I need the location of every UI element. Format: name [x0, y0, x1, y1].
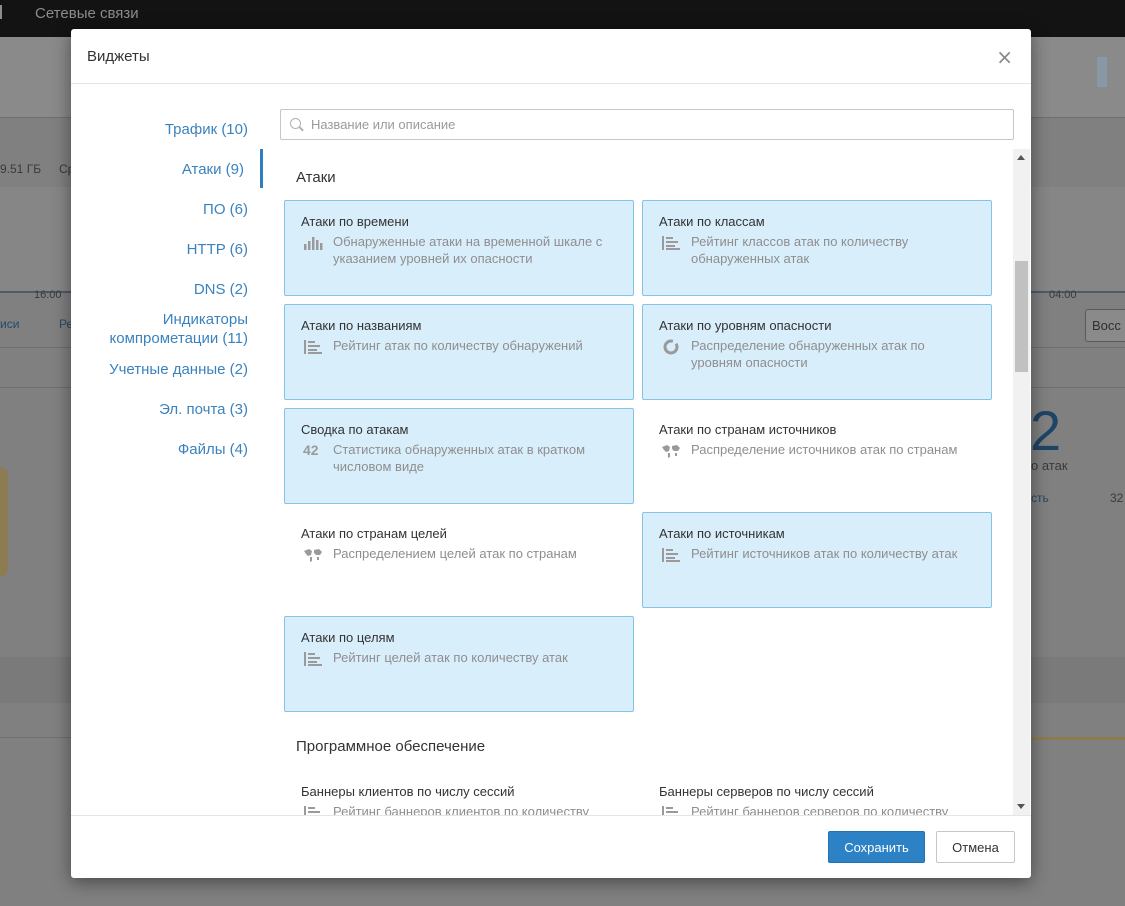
widget-title: Атаки по странам источников [659, 422, 837, 437]
widget-title: Атаки по целям [301, 630, 395, 645]
rating-list-icon [304, 652, 322, 666]
widget-list: Атаки Атаки по времени Обнаруженные атак… [280, 149, 1013, 815]
nav-active-indicator [260, 149, 263, 188]
bg-progress-line [1031, 737, 1125, 740]
bar-chart-icon [304, 237, 323, 250]
widget-description: Рейтинг классов атак по количеству обнар… [691, 234, 909, 266]
widget-description: Рейтинг источников атак по количеству ат… [691, 546, 958, 561]
bg-chart-spike [1097, 57, 1107, 87]
widget-card[interactable]: Атаки по времени Обнаруженные атаки на в… [284, 200, 634, 296]
widget-card[interactable]: Атаки по классам Рейтинг классов атак по… [642, 200, 992, 296]
world-map-icon [662, 445, 680, 458]
nav-item-http[interactable]: HTTP (6) [71, 240, 266, 259]
widget-description: Рейтинг баннеров серверов по количеству [691, 804, 949, 815]
section-title-software: Программное обеспечение [296, 738, 486, 755]
widget-list-scrollbar[interactable] [1013, 149, 1030, 815]
modal-footer: Сохранить Отмена [71, 815, 1031, 878]
widget-description: Рейтинг атак по количеству обнаружений [333, 338, 583, 353]
widget-card[interactable]: Атаки по странам целей Распределением це… [284, 512, 634, 608]
nav-item-dns[interactable]: DNS (2) [71, 280, 266, 299]
nav-item-credentials[interactable]: Учетные данные (2) [71, 360, 266, 379]
nav-item-ioc[interactable]: Индикаторы компрометации (11) [71, 310, 266, 348]
bg-big-number: 2 [1030, 399, 1062, 462]
nav-item-email[interactable]: Эл. почта (3) [71, 400, 266, 419]
widgets-modal: Виджеты × Трафик (10) Атаки (9) ПО (6) H… [71, 29, 1031, 878]
rating-list-icon [304, 806, 320, 815]
topbar-tab-network-links[interactable]: Сетевые связи [35, 5, 139, 22]
widget-description: Статистика обнаруженных атак в кратком ч… [333, 442, 586, 474]
widget-title: Атаки по уровням опасности [659, 318, 832, 333]
bg-donut-chart [0, 467, 8, 577]
cancel-button[interactable]: Отмена [936, 831, 1015, 863]
widget-title: Атаки по названиям [301, 318, 422, 333]
widget-description: Рейтинг баннеров клиентов по количеству [333, 804, 590, 815]
widget-title: Атаки по странам целей [301, 526, 447, 541]
search-box [280, 109, 1014, 140]
scroll-down-icon[interactable] [1017, 804, 1025, 809]
bg-link[interactable]: сть [1031, 491, 1049, 505]
widget-description: Распределение источников атак по странам [691, 442, 958, 457]
bg-size-text: 9.51 ГБ [0, 162, 42, 176]
widget-title: Атаки по времени [301, 214, 409, 229]
widget-card[interactable]: Атаки по целям Рейтинг целей атак по кол… [284, 616, 634, 712]
close-icon[interactable]: × [996, 47, 1013, 67]
world-map-icon [304, 549, 322, 562]
save-button[interactable]: Сохранить [828, 831, 925, 863]
widget-description: Обнаруженные атаки на временной шкале с … [333, 234, 603, 266]
scroll-thumb[interactable] [1015, 261, 1028, 372]
nav-item-software[interactable]: ПО (6) [71, 200, 266, 219]
rating-list-icon [662, 548, 680, 562]
widget-title: Баннеры клиентов по числу сессий [301, 784, 515, 799]
widget-card[interactable]: Атаки по уровням опасности Распределение… [642, 304, 992, 400]
widget-card[interactable]: Баннеры серверов по числу сессий Рейтинг… [642, 770, 992, 815]
bg-button[interactable]: Восс [1085, 309, 1125, 342]
widget-title: Атаки по источникам [659, 526, 785, 541]
scroll-up-icon[interactable] [1017, 155, 1025, 160]
widget-description: Распределением целей атак по странам [333, 546, 577, 561]
modal-title: Виджеты [87, 48, 150, 65]
widget-description: Распределение обнаруженных атак по уровн… [691, 338, 925, 370]
bg-attacks-label: о атак [1031, 458, 1068, 473]
nav-item-traffic[interactable]: Трафик (10) [71, 120, 266, 139]
rating-list-icon [304, 340, 322, 354]
search-icon [290, 118, 301, 129]
rating-list-icon [662, 806, 678, 815]
bg-value: 32 [1110, 491, 1124, 505]
search-input[interactable] [311, 110, 1001, 139]
topbar-tab-partial [0, 5, 2, 19]
rating-list-icon [662, 236, 680, 250]
widget-card[interactable]: Атаки по источникам Рейтинг источников а… [642, 512, 992, 608]
nav-item-files[interactable]: Файлы (4) [71, 440, 266, 459]
widget-card[interactable]: Баннеры клиентов по числу сессий Рейтинг… [284, 770, 634, 815]
widget-title: Сводка по атакам [301, 422, 409, 437]
bg-time-left: 16:00 [34, 289, 62, 301]
widget-title: Баннеры серверов по числу сессий [659, 784, 874, 799]
widget-title: Атаки по классам [659, 214, 765, 229]
bg-time-right: 04:00 [1049, 289, 1077, 301]
bg-link[interactable]: иси [0, 317, 19, 331]
donut-chart-icon [663, 339, 679, 355]
widget-card[interactable]: Атаки по странам источников Распределени… [642, 408, 992, 504]
section-title-attacks: Атаки [296, 169, 336, 186]
modal-header: Виджеты × [71, 29, 1031, 84]
nav-item-attacks[interactable]: Атаки (9) [71, 160, 266, 179]
number-icon: 42 [303, 442, 319, 458]
widget-description: Рейтинг целей атак по количеству атак [333, 650, 568, 665]
widget-card[interactable]: Атаки по названиям Рейтинг атак по колич… [284, 304, 634, 400]
widget-card[interactable]: Сводка по атакам 42 Статистика обнаружен… [284, 408, 634, 504]
